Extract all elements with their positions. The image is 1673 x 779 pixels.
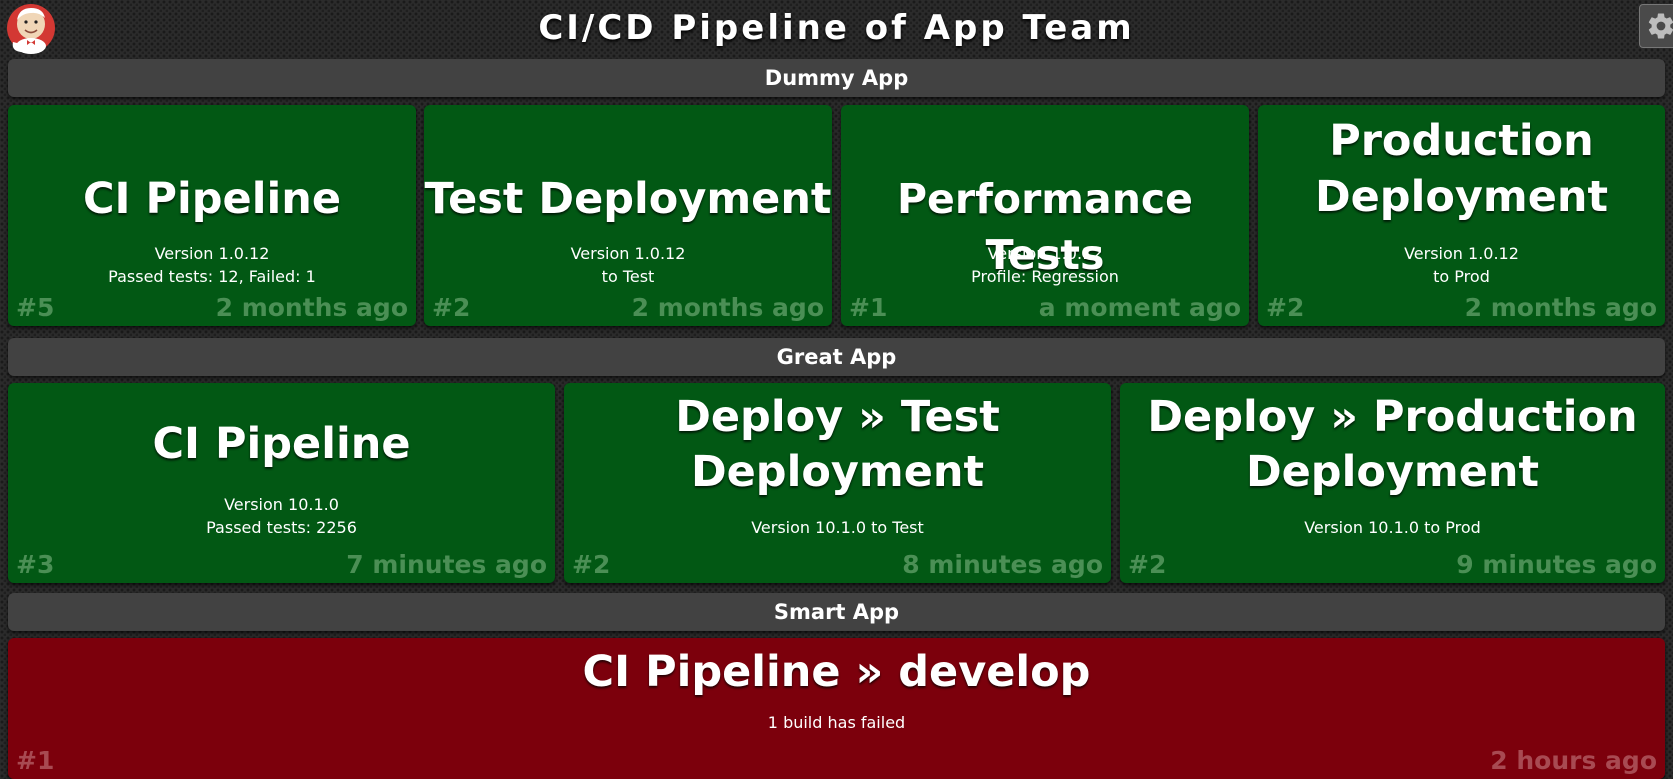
job-card-dummy-performance-tests[interactable]: Performance Tests Version 1.0.12 Profile… — [841, 105, 1249, 326]
job-card-smart-ci-pipeline-develop[interactable]: CI Pipeline » develop 1 build has failed… — [8, 638, 1665, 779]
build-time: 2 months ago — [215, 293, 408, 322]
job-title-line: Deployment — [1245, 447, 1540, 497]
job-detail-line: Version 1.0.12 — [154, 244, 270, 263]
job-title: Test Deployment — [424, 174, 832, 224]
build-time: 2 hours ago — [1490, 746, 1657, 775]
job-title-line: Production — [1329, 116, 1594, 166]
job-detail-line: Version 1.0.12 — [987, 244, 1103, 263]
build-number[interactable]: #2 — [1266, 293, 1304, 322]
job-detail-line: Version 10.1.0 — [224, 495, 339, 514]
job-detail-line: Version 1.0.12 — [1404, 244, 1519, 263]
build-number[interactable]: #2 — [1128, 550, 1166, 579]
gear-icon[interactable] — [1639, 4, 1673, 48]
job-card-great-ci-pipeline[interactable]: CI Pipeline Version 10.1.0 Passed tests:… — [8, 383, 555, 583]
job-detail-line: Version 1.0.12 — [570, 244, 686, 263]
build-number[interactable]: #1 — [849, 293, 887, 322]
job-card-dummy-test-deployment[interactable]: Test Deployment Version 1.0.12 to Test #… — [424, 105, 832, 326]
job-detail-line: to Prod — [1433, 267, 1490, 286]
job-detail-line: 1 build has failed — [767, 713, 906, 732]
section-header-smart-app: Smart App — [8, 593, 1665, 631]
job-detail-line: Passed tests: 2256 — [206, 518, 357, 537]
job-card-dummy-ci-pipeline[interactable]: CI Pipeline Version 1.0.12 Passed tests:… — [8, 105, 416, 326]
job-title: CI Pipeline » develop — [582, 647, 1091, 697]
build-number[interactable]: #2 — [432, 293, 470, 322]
section-header-great-app: Great App — [8, 338, 1665, 376]
job-card-dummy-production-deployment[interactable]: Production Deployment Version 1.0.12 to … — [1258, 105, 1665, 326]
job-card-great-deploy-production[interactable]: Deploy » Production Deployment Version 1… — [1120, 383, 1665, 583]
section-header-dummy-app: Dummy App — [8, 59, 1665, 97]
header: CI/CD Pipeline of App Team — [0, 0, 1673, 58]
job-title: CI Pipeline — [83, 174, 341, 224]
build-time: 9 minutes ago — [1456, 550, 1657, 579]
job-detail-line: Version 10.1.0 to Prod — [1304, 518, 1481, 537]
build-number[interactable]: #5 — [16, 293, 54, 322]
job-detail-line: Version 10.1.0 to Test — [751, 518, 924, 537]
build-number[interactable]: #3 — [16, 550, 54, 579]
build-time: 2 months ago — [631, 293, 824, 322]
job-title: CI Pipeline — [152, 419, 411, 469]
job-title-line: Deployment — [690, 447, 985, 497]
job-title-line: Deployment — [1314, 172, 1609, 222]
build-number[interactable]: #2 — [572, 550, 610, 579]
build-time: 2 months ago — [1464, 293, 1657, 322]
build-time: 8 minutes ago — [902, 550, 1103, 579]
job-card-great-deploy-test[interactable]: Deploy » Test Deployment Version 10.1.0 … — [564, 383, 1111, 583]
job-detail-line: Passed tests: 12, Failed: 1 — [108, 267, 316, 286]
job-title-line: Deploy » Test — [675, 392, 1000, 442]
page-title: CI/CD Pipeline of App Team — [538, 8, 1135, 48]
build-number[interactable]: #1 — [16, 746, 54, 775]
job-detail-line: Profile: Regression — [971, 267, 1119, 286]
job-title-line: Deploy » Production — [1147, 392, 1638, 442]
build-time: 7 minutes ago — [346, 550, 547, 579]
build-time: a moment ago — [1038, 293, 1241, 322]
job-detail-line: to Test — [601, 267, 655, 286]
